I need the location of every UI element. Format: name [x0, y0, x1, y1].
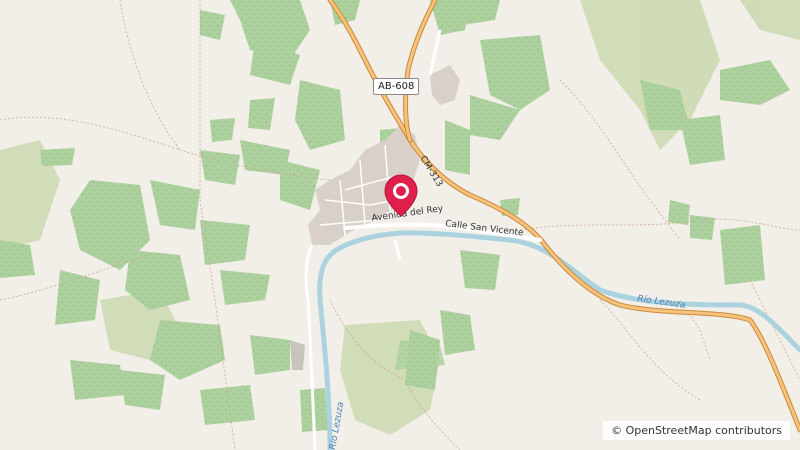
map-pin-icon[interactable]: [383, 174, 419, 226]
road-shield-ab608: AB-608: [373, 78, 420, 95]
map-canvas[interactable]: Avenida del Rey Calle San Vicente CM-313…: [0, 0, 800, 450]
attribution-text[interactable]: © OpenStreetMap contributors: [611, 424, 782, 437]
map-attribution[interactable]: © OpenStreetMap contributors: [603, 421, 790, 440]
road-label-cm313: CM-313: [417, 154, 444, 189]
